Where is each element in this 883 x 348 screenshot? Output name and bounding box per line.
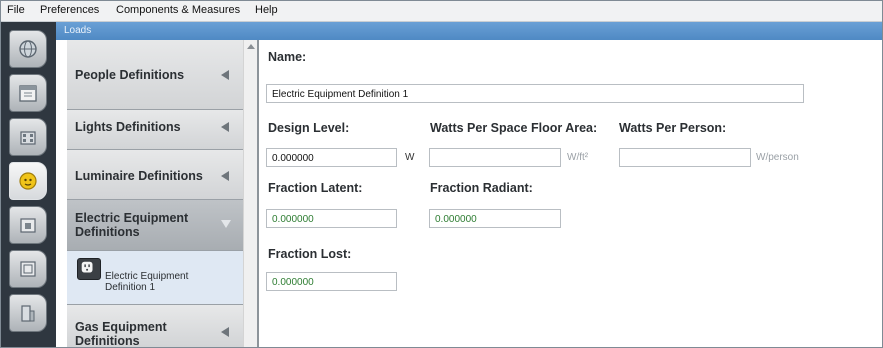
- collapse-arrow-icon[interactable]: [221, 327, 229, 337]
- watts-per-area-unit: W/ft²: [567, 152, 589, 163]
- thermal-zones-tab[interactable]: [9, 250, 47, 288]
- calendar-icon: [19, 85, 37, 102]
- panel-title-bar: Loads: [56, 22, 882, 40]
- menu-bar: File Preferences Components & Measures H…: [1, 1, 882, 22]
- outlet-icon: [77, 258, 101, 280]
- list-item-label: Lights Definitions: [75, 120, 181, 134]
- geometry-tab[interactable]: [9, 294, 47, 332]
- watts-per-person-label: Watts Per Person:: [619, 121, 727, 135]
- building-icon: [20, 131, 36, 145]
- definitions-list: People Definitions Lights Definitions Lu…: [67, 40, 243, 347]
- loads-tab[interactable]: [9, 162, 47, 200]
- list-item-lights-definitions[interactable]: Lights Definitions: [67, 110, 243, 150]
- design-level-unit: W: [405, 152, 415, 163]
- list-item-electric-equipment-definition-1[interactable]: Electric Equipment Definition 1: [67, 251, 243, 305]
- definition-form: Name: Electric Equipment Definition 1 De…: [259, 40, 882, 347]
- list-item-label: Luminaire Definitions: [75, 169, 203, 183]
- thermal-zone-icon: [20, 261, 36, 277]
- panel-title: Loads: [64, 25, 92, 36]
- site-tab[interactable]: [9, 30, 47, 68]
- design-level-input[interactable]: 0.000000: [266, 148, 397, 167]
- menu-preferences[interactable]: Preferences: [40, 4, 99, 16]
- design-level-label: Design Level:: [268, 121, 350, 135]
- app-window: File Preferences Components & Measures H…: [0, 0, 883, 348]
- schedules-tab[interactable]: [9, 74, 47, 112]
- list-item-luminaire-definitions[interactable]: Luminaire Definitions: [67, 150, 243, 200]
- watts-per-person-input[interactable]: [619, 148, 751, 167]
- collapse-arrow-icon[interactable]: [221, 171, 229, 181]
- list-item-label: Gas Equipment Definitions: [75, 320, 167, 348]
- fraction-radiant-input[interactable]: 0.000000: [429, 209, 561, 228]
- list-item-label: People Definitions: [75, 68, 185, 82]
- list-scrollbar[interactable]: [243, 40, 257, 347]
- menu-file[interactable]: File: [7, 4, 25, 16]
- collapse-arrow-icon[interactable]: [221, 122, 229, 132]
- list-item-electric-equipment-definitions[interactable]: Electric Equipment Definitions: [67, 200, 243, 251]
- fraction-latent-input[interactable]: 0.000000: [266, 209, 397, 228]
- menu-components-measures[interactable]: Components & Measures: [116, 4, 240, 16]
- fraction-radiant-label: Fraction Radiant:: [430, 181, 533, 195]
- list-item-gas-equipment-definitions[interactable]: Gas Equipment Definitions: [67, 305, 243, 347]
- loads-icon: [19, 172, 37, 190]
- list-item-label: Electric Equipment Definitions: [75, 211, 189, 239]
- watts-per-area-label: Watts Per Space Floor Area:: [430, 121, 598, 135]
- fraction-lost-label: Fraction Lost:: [268, 247, 352, 261]
- main-tab-strip: [1, 22, 56, 347]
- name-label: Name:: [268, 50, 307, 64]
- fraction-latent-label: Fraction Latent:: [268, 181, 363, 195]
- menu-help[interactable]: Help: [255, 4, 278, 16]
- globe-icon: [19, 40, 37, 58]
- watts-per-person-unit: W/person: [756, 152, 799, 163]
- geometry-icon: [21, 305, 35, 322]
- expand-arrow-icon[interactable]: [221, 220, 231, 228]
- list-item-people-definitions[interactable]: People Definitions: [67, 40, 243, 110]
- collapse-arrow-icon[interactable]: [221, 70, 229, 80]
- space-types-tab[interactable]: [9, 206, 47, 244]
- fraction-lost-input[interactable]: 0.000000: [266, 272, 397, 291]
- name-input[interactable]: Electric Equipment Definition 1: [266, 84, 804, 103]
- list-item-label: Electric Equipment Definition 1: [105, 271, 189, 293]
- space-type-icon: [20, 218, 36, 233]
- watts-per-area-input[interactable]: [429, 148, 561, 167]
- constructions-tab[interactable]: [9, 118, 47, 156]
- scroll-up-arrow-icon[interactable]: [247, 44, 255, 49]
